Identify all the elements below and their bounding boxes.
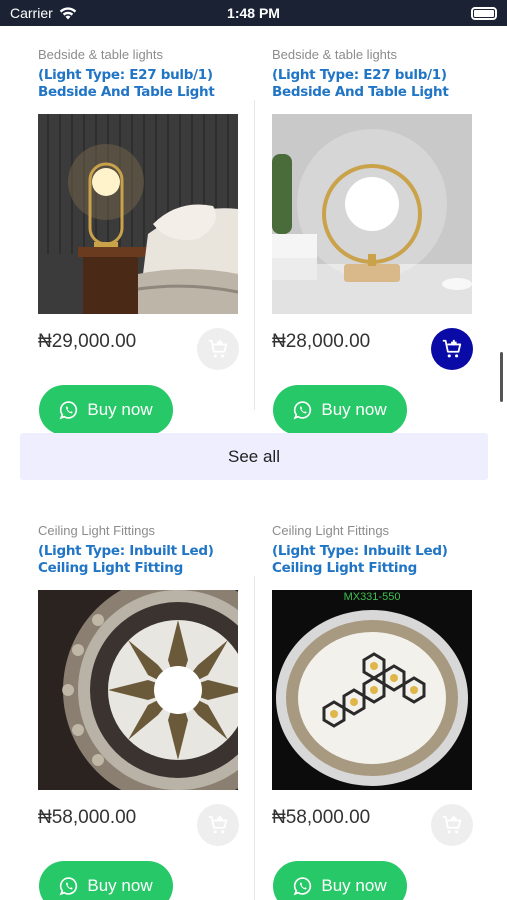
product-price: ₦28,000.00: [272, 331, 371, 352]
product-category: Ceiling Light Fittings: [38, 523, 156, 538]
add-to-cart-button[interactable]: [197, 804, 239, 846]
column-divider: [254, 100, 255, 410]
add-to-cart-button[interactable]: [431, 328, 473, 370]
product-category: Bedside & table lights: [38, 47, 164, 62]
product-card[interactable]: Ceiling Light Fittings (Light Type: Inbu…: [272, 522, 482, 900]
whatsapp-icon: [293, 401, 312, 420]
product-title[interactable]: (Light Type: Inbuilt Led) Ceiling Light …: [38, 543, 248, 579]
image-caption: MX331-550: [344, 591, 401, 603]
status-left: Carrier: [10, 5, 77, 21]
product-image[interactable]: [38, 114, 238, 314]
product-card[interactable]: Bedside & table lights (Light Type: E27 …: [272, 46, 482, 435]
buy-now-label: Buy now: [87, 876, 153, 895]
add-to-cart-icon: [208, 815, 228, 834]
add-to-cart-button[interactable]: [197, 328, 239, 370]
buy-now-button[interactable]: Buy now: [39, 385, 173, 435]
battery-icon: [471, 6, 497, 20]
product-card[interactable]: Ceiling Light Fittings (Light Type: Inbu…: [38, 522, 248, 900]
product-card[interactable]: Bedside & table lights (Light Type: E27 …: [38, 46, 248, 435]
whatsapp-icon: [293, 877, 312, 896]
column-divider: [254, 576, 255, 900]
product-price: ₦58,000.00: [38, 807, 137, 828]
buy-now-label: Buy now: [321, 400, 387, 419]
product-price: ₦29,000.00: [38, 331, 137, 352]
buy-now-label: Buy now: [87, 400, 153, 419]
product-category: Bedside & table lights: [272, 47, 398, 62]
product-image[interactable]: [272, 114, 472, 314]
buy-now-button[interactable]: Buy now: [39, 861, 173, 900]
add-to-cart-icon: [442, 339, 462, 358]
product-feed[interactable]: Bedside & table lights (Light Type: E27 …: [0, 26, 507, 900]
product-title[interactable]: (Light Type: E27 bulb/1) Bedside And Tab…: [38, 67, 248, 103]
whatsapp-icon: [59, 877, 78, 896]
product-category: Ceiling Light Fittings: [272, 523, 390, 538]
see-all-label: See all: [228, 446, 280, 466]
wifi-icon: [59, 6, 76, 19]
status-bar: Carrier 1:48 PM: [0, 0, 507, 26]
scrollbar[interactable]: [500, 352, 503, 402]
product-image[interactable]: MX331-550: [272, 590, 472, 790]
buy-now-label: Buy now: [321, 876, 387, 895]
add-to-cart-icon: [208, 339, 228, 358]
whatsapp-icon: [59, 401, 78, 420]
product-image[interactable]: [38, 590, 238, 790]
buy-now-button[interactable]: Buy now: [273, 861, 407, 900]
add-to-cart-icon: [442, 815, 462, 834]
product-title[interactable]: (Light Type: Inbuilt Led) Ceiling Light …: [272, 543, 482, 579]
product-price: ₦58,000.00: [272, 807, 371, 828]
carrier-label: Carrier: [10, 5, 53, 21]
product-title[interactable]: (Light Type: E27 bulb/1) Bedside And Tab…: [272, 67, 482, 103]
see-all-button[interactable]: See all: [20, 433, 488, 480]
buy-now-button[interactable]: Buy now: [273, 385, 407, 435]
add-to-cart-button[interactable]: [431, 804, 473, 846]
